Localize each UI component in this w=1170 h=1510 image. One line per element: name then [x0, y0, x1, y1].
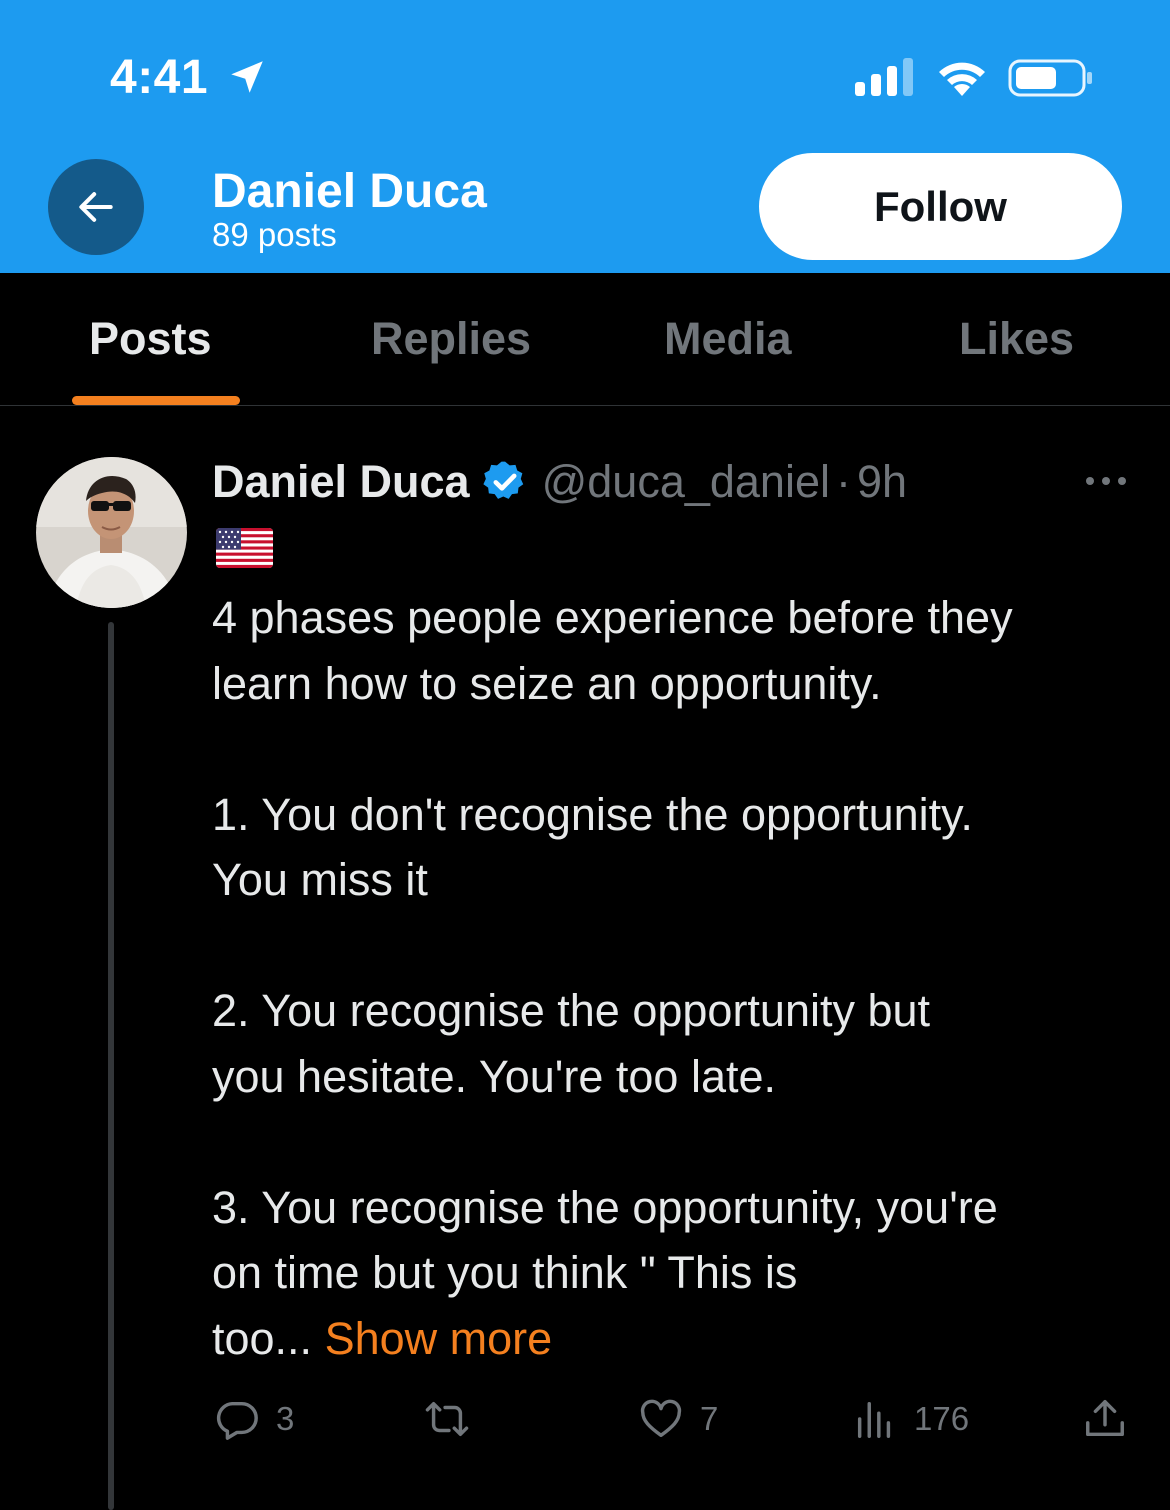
views-button[interactable]: 176: [852, 1396, 969, 1442]
tab-posts[interactable]: Posts: [89, 313, 212, 365]
tab-media[interactable]: Media: [664, 313, 792, 365]
post-line: 4 phases people experience before they: [212, 592, 1013, 643]
app-screen: 4:41 Daniel Duca 89 posts Follow Posts R…: [0, 0, 1170, 1510]
active-tab-indicator: [72, 396, 240, 405]
truncated-text: too...: [212, 1312, 313, 1364]
reply-icon: [216, 1401, 258, 1440]
post-line: You miss it: [212, 854, 428, 905]
post-count: 89 posts: [212, 216, 337, 253]
tab-likes[interactable]: Likes: [959, 313, 1074, 365]
repost-icon: [425, 1401, 469, 1437]
profile-header: 4:41 Daniel Duca 89 posts Follow: [0, 0, 1170, 273]
avatar[interactable]: [36, 457, 187, 608]
repost-button[interactable]: [424, 1396, 486, 1442]
wifi-icon: [939, 62, 985, 96]
post-line: 3. You recognise the opportunity, you're: [212, 1181, 998, 1233]
author-handle[interactable]: @duca_daniel: [542, 456, 830, 508]
follow-button[interactable]: Follow: [759, 153, 1122, 260]
thread-line: [108, 622, 114, 1510]
location-arrow-icon: [231, 61, 263, 93]
share-button[interactable]: [1082, 1396, 1128, 1442]
post-line: you hesitate. You're too late.: [212, 1050, 777, 1102]
post-body: 4 phases people experience before they l…: [212, 585, 1142, 1371]
show-more-link[interactable]: Show more: [325, 1313, 553, 1364]
post-timestamp[interactable]: 9h: [857, 456, 907, 508]
post-line: 1. You don't recognise the opportunity.: [212, 788, 973, 840]
view-count: 176: [914, 1400, 970, 1437]
author-name[interactable]: Daniel Duca: [212, 456, 470, 508]
post-line: on time but you think " This is: [212, 1247, 798, 1298]
heart-icon: [640, 1399, 682, 1438]
us-flag-icon: [216, 528, 273, 568]
cellular-signal-icon: [855, 58, 913, 96]
back-button[interactable]: [48, 159, 144, 255]
verified-badge-icon: [482, 461, 523, 499]
arrow-left-icon: [79, 192, 113, 222]
like-button[interactable]: 7: [638, 1396, 718, 1442]
profile-name: Daniel Duca: [212, 165, 487, 218]
reply-count: 3: [276, 1400, 295, 1437]
post-line: learn how to seize an opportunity.: [212, 657, 882, 709]
share-icon: [1086, 1400, 1124, 1437]
reply-button[interactable]: 3: [214, 1396, 294, 1442]
tab-replies[interactable]: Replies: [371, 313, 531, 365]
battery-icon: [1008, 59, 1092, 97]
post-header: Daniel Duca @duca_daniel · 9h: [212, 452, 907, 512]
avatar-photo: [36, 457, 187, 608]
like-count: 7: [700, 1400, 719, 1437]
status-time: 4:41: [110, 51, 209, 104]
more-options-icon[interactable]: [1083, 470, 1129, 492]
post-line-truncated: too... Show more: [212, 1306, 1142, 1372]
post-line: 2. You recognise the opportunity but: [212, 985, 931, 1036]
separator-dot: ·: [836, 456, 851, 507]
views-chart-icon: [857, 1401, 891, 1438]
profile-tabs: Posts Replies Media Likes: [0, 273, 1170, 406]
